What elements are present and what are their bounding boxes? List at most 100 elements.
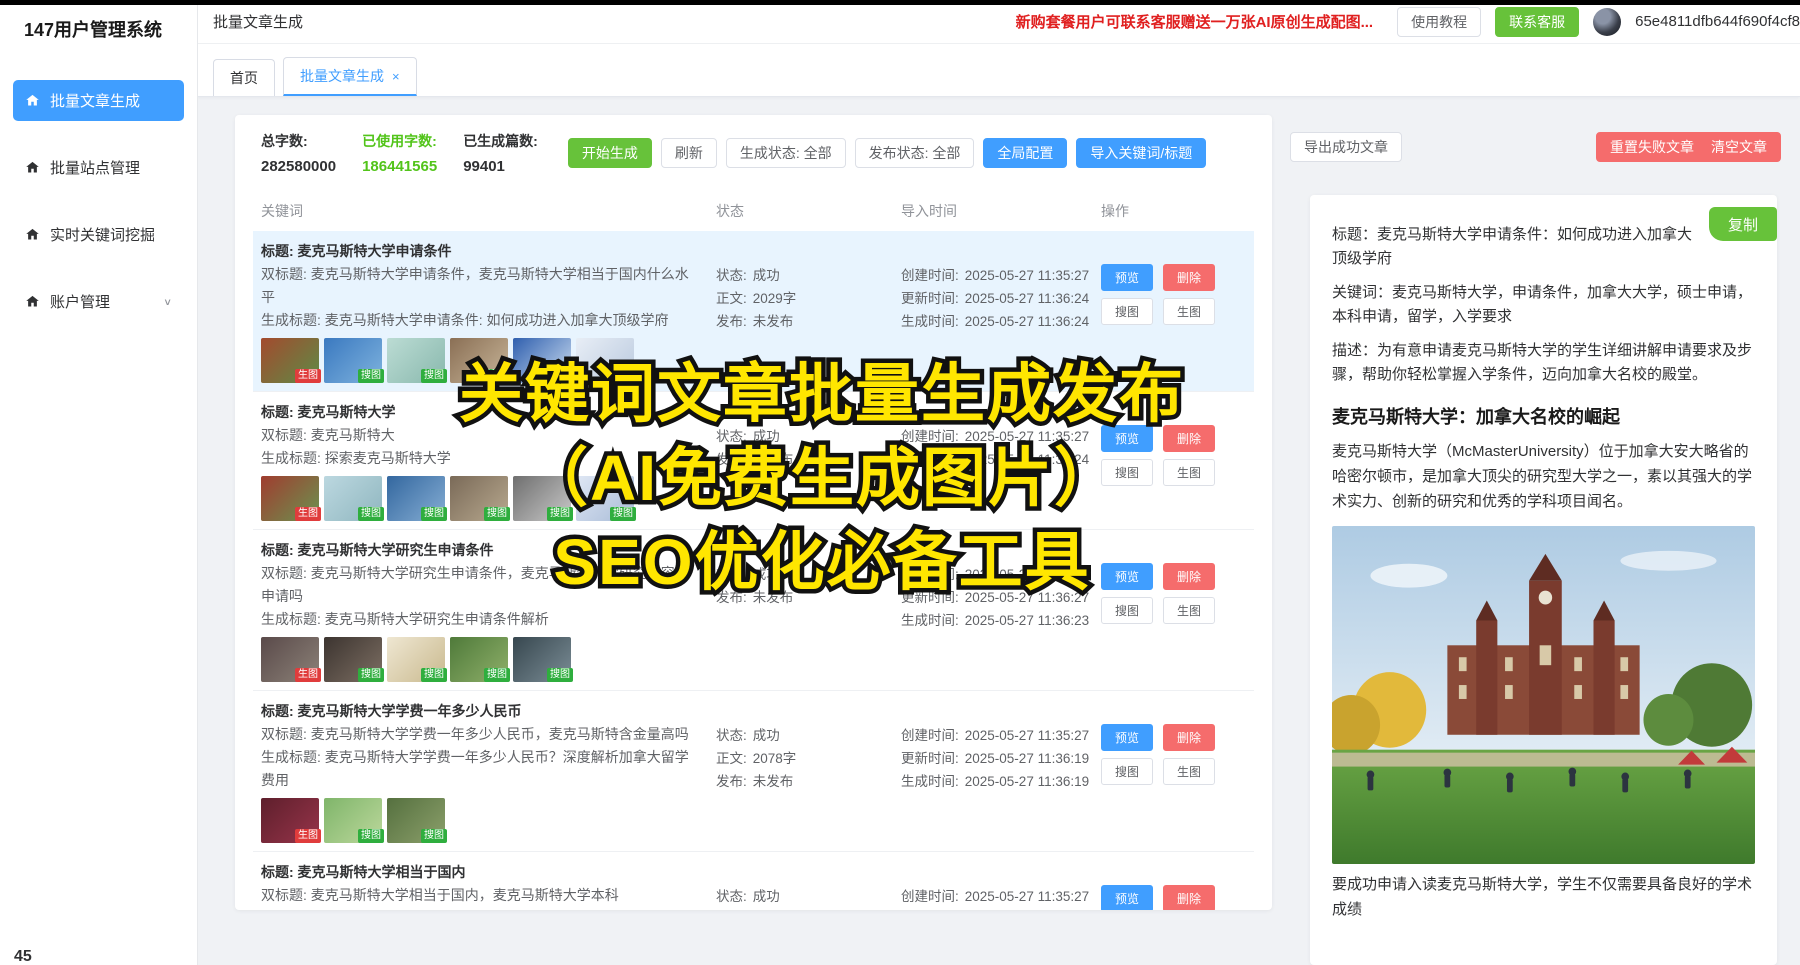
thumbnail-badge: 搜图 <box>358 507 384 521</box>
generate-image-button[interactable]: 生图 <box>1163 758 1215 785</box>
promo-notice[interactable]: 新购套餐用户可联系客服赠送一万张AI原创生成配图... <box>1016 11 1374 32</box>
import-keywords-button[interactable]: 导入关键词/标题 <box>1076 138 1206 168</box>
generate-image-button[interactable]: 生图 <box>1163 298 1215 325</box>
preview-button[interactable]: 预览 <box>1101 264 1153 291</box>
search-image-button[interactable]: 搜图 <box>1101 459 1153 486</box>
preview-button[interactable]: 预览 <box>1101 885 1153 910</box>
article-image-thumbnail[interactable]: 生图 <box>261 338 319 383</box>
search-image-button[interactable]: 搜图 <box>1101 298 1153 325</box>
info-line: 状态:成功 <box>716 563 901 586</box>
article-image-thumbnail[interactable]: 搜图 <box>576 338 634 383</box>
search-image-button[interactable]: 搜图 <box>1101 597 1153 624</box>
generate-status-filter[interactable]: 生成状态: 全部 <box>726 138 846 168</box>
tab-close-icon[interactable]: × <box>392 69 400 84</box>
table-row[interactable]: 标题: 麦克马斯特大学学费一年多少人民币双标题: 麦克马斯特大学学费一年多少人民… <box>253 691 1254 852</box>
row-status-cell: 状态:成功发布: 未发布 <box>716 539 901 682</box>
page-title: 批量文章生成 <box>213 11 303 32</box>
article-image-thumbnail[interactable]: 搜图 <box>387 637 445 682</box>
sidebar-item-label: 账户管理 <box>50 291 110 312</box>
thumbnail-badge: 搜图 <box>610 369 636 383</box>
tab-batch-article-label: 批量文章生成 <box>300 66 384 86</box>
sidebar-item-4[interactable]: 账户管理 ∨ <box>13 281 184 322</box>
article-image-thumbnail[interactable]: 搜图 <box>450 338 508 383</box>
info-value: 2025-05-27 11:36:24 <box>965 314 1089 329</box>
tab-home[interactable]: 首页 <box>213 59 275 96</box>
refresh-button[interactable]: 刷新 <box>661 138 717 168</box>
info-value: 未发布 <box>753 774 794 789</box>
table-row[interactable]: 标题: 麦克马斯特大学相当于国内双标题: 麦克马斯特大学相当于国内，麦克马斯特大… <box>253 852 1254 910</box>
preview-title: 标题：麦克马斯特大学申请条件：如何成功进入加拿大顶级学府 <box>1332 223 1755 271</box>
article-image-thumbnail[interactable]: 搜图 <box>576 476 634 521</box>
clear-articles-button[interactable]: 清空文章 <box>1697 132 1781 162</box>
info-value: 未发布 <box>753 452 794 467</box>
article-image-thumbnail[interactable]: 搜图 <box>450 476 508 521</box>
article-image-thumbnail[interactable]: 生图 <box>261 476 319 521</box>
home-icon <box>25 160 40 175</box>
copy-button[interactable]: 复制 <box>1709 207 1777 241</box>
generate-image-button[interactable]: 生图 <box>1163 459 1215 486</box>
navbar-right: 新购套餐用户可联系客服赠送一万张AI原创生成配图... 使用教程 联系客服 65… <box>1016 7 1800 37</box>
info-value: 未发布 <box>753 590 794 605</box>
table-row[interactable]: 标题: 麦克马斯特大学申请条件双标题: 麦克马斯特大学申请条件，麦克马斯特大学相… <box>253 231 1254 392</box>
global-config-button[interactable]: 全局配置 <box>983 138 1067 168</box>
generate-image-button[interactable]: 生图 <box>1163 597 1215 624</box>
start-generate-button[interactable]: 开始生成 <box>568 138 652 168</box>
article-image-thumbnail[interactable]: 搜图 <box>513 476 571 521</box>
info-line: 更新时间:2025-05-27 11:36:13 <box>901 908 1101 910</box>
stat-2: 已使用字数:186441565 <box>362 131 437 175</box>
row-time-cell: 创建时间:2025-05-27 11:35:27生成时间:2025-05-27 … <box>901 401 1101 521</box>
info-label: 发布: <box>716 590 747 605</box>
sidebar-item-2[interactable]: 批量站点管理 <box>13 147 184 188</box>
sidebar-item-3[interactable]: 实时关键词挖掘 <box>13 214 184 255</box>
table-row[interactable]: 标题: 麦克马斯特大学研究生申请条件双标题: 麦克马斯特大学研究生申请条件，麦克… <box>253 530 1254 691</box>
row-status-cell: 状态:成功发布:未发布 <box>716 401 901 521</box>
article-image-thumbnail[interactable]: 搜图 <box>324 798 382 843</box>
reset-failed-button[interactable]: 重置失败文章 <box>1596 132 1708 162</box>
publish-status-filter[interactable]: 发布状态: 全部 <box>855 138 975 168</box>
delete-button[interactable]: 删除 <box>1163 724 1215 751</box>
tab-batch-article[interactable]: 批量文章生成 × <box>283 57 417 96</box>
top-navbar: 批量文章生成 新购套餐用户可联系客服赠送一万张AI原创生成配图... 使用教程 … <box>197 0 1800 44</box>
info-line: 状态:成功 <box>716 885 901 908</box>
table-row[interactable]: 标题: 麦克马斯特大学双标题: 麦克马斯特大生成标题: 探索麦克马斯特大学生图搜… <box>253 392 1254 530</box>
article-image-thumbnail[interactable]: 搜图 <box>324 338 382 383</box>
article-image-thumbnail[interactable]: 搜图 <box>387 338 445 383</box>
delete-button[interactable]: 删除 <box>1163 425 1215 452</box>
article-image-thumbnail[interactable]: 生图 <box>261 798 319 843</box>
row-thumbnails: 生图搜图搜图搜图搜图搜图 <box>261 476 702 521</box>
info-label: 生成时间: <box>901 314 959 329</box>
chevron-down-icon: ∨ <box>163 296 172 307</box>
action-row-1: 预览删除 <box>1101 264 1246 291</box>
article-image-thumbnail[interactable]: 搜图 <box>324 637 382 682</box>
delete-button[interactable]: 删除 <box>1163 885 1215 910</box>
export-success-button[interactable]: 导出成功文章 <box>1290 132 1402 162</box>
preview-button[interactable]: 预览 <box>1101 425 1153 452</box>
action-row-1: 预览删除 <box>1101 724 1246 751</box>
article-image-thumbnail[interactable]: 搜图 <box>513 637 571 682</box>
article-image-thumbnail[interactable]: 生图 <box>261 637 319 682</box>
info-value: 未发布 <box>753 314 794 329</box>
stat-3: 已生成篇数:99401 <box>463 131 538 175</box>
info-value: 2025-05-27 11:36:24 <box>965 291 1089 306</box>
contact-support-button[interactable]: 联系客服 <box>1495 7 1579 37</box>
preview-button[interactable]: 预览 <box>1101 563 1153 590</box>
info-line: 状态:成功 <box>716 425 901 448</box>
article-image-thumbnail[interactable]: 搜图 <box>513 338 571 383</box>
row-actions-cell: 预览删除搜图生图 <box>1101 401 1246 521</box>
row-status-cell: 状态:成功正文:2029字发布:未发布 <box>716 240 901 383</box>
delete-button[interactable]: 删除 <box>1163 563 1215 590</box>
sidebar-item-1[interactable]: 批量文章生成 <box>13 80 184 121</box>
preview-button[interactable]: 预览 <box>1101 724 1153 751</box>
article-image-thumbnail[interactable]: 搜图 <box>324 476 382 521</box>
info-label: 正文: <box>716 751 747 766</box>
info-line: 更新时间:2025-05-27 11:36:19 <box>901 747 1101 770</box>
avatar[interactable] <box>1593 8 1621 36</box>
article-image-thumbnail[interactable]: 搜图 <box>450 637 508 682</box>
article-image-thumbnail[interactable]: 搜图 <box>387 476 445 521</box>
delete-button[interactable]: 删除 <box>1163 264 1215 291</box>
info-line: 状态:成功 <box>716 724 901 747</box>
tutorial-button[interactable]: 使用教程 <box>1397 7 1481 37</box>
search-image-button[interactable]: 搜图 <box>1101 758 1153 785</box>
action-row-2: 搜图生图 <box>1101 298 1246 325</box>
article-image-thumbnail[interactable]: 搜图 <box>387 798 445 843</box>
